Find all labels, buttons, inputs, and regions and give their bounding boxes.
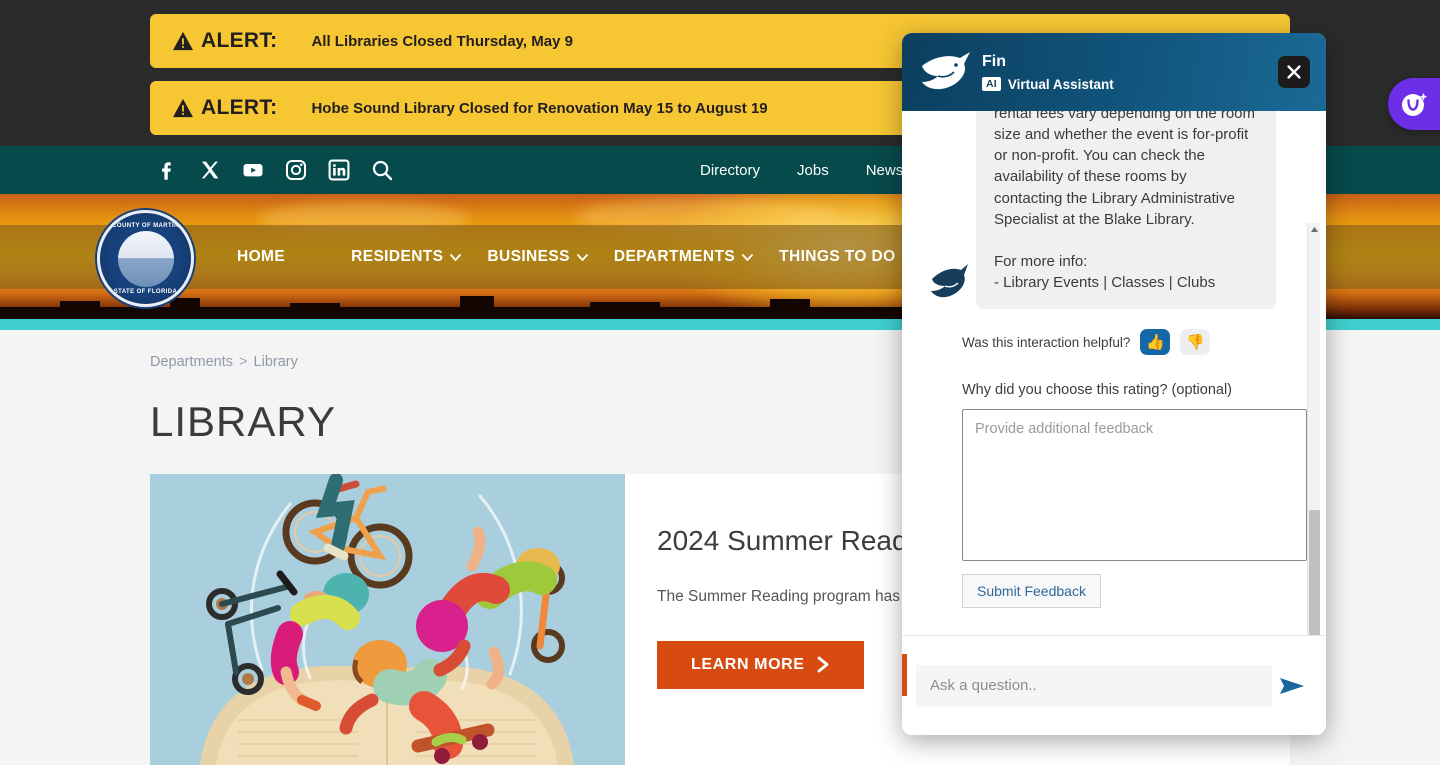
chevron-right-icon: [817, 656, 828, 673]
feedback-textarea[interactable]: [962, 409, 1307, 562]
page-title: LIBRARY: [150, 398, 336, 445]
learn-more-button[interactable]: LEARN MORE: [657, 640, 864, 689]
chat-message-bot: rental fees vary depending on the room s…: [928, 111, 1300, 310]
nav-item-label: DEPARTMENTS: [613, 248, 736, 265]
chat-composer: [902, 635, 1326, 735]
seal-text-top: COUNTY OF MARTIN: [112, 223, 179, 229]
accessibility-icon: [1402, 93, 1428, 116]
warning-triangle-icon: [173, 31, 193, 51]
breadcrumb-separator: >: [239, 354, 248, 370]
summer-reading-artwork: [150, 474, 625, 765]
alert-label: ALERT:: [201, 96, 278, 119]
composer-accent-tab: [902, 654, 907, 696]
ai-badge: AI: [982, 77, 1001, 92]
chevron-down-icon: [742, 253, 754, 261]
nav-item-departments[interactable]: DEPARTMENTS: [613, 248, 754, 266]
chevron-down-icon: [576, 253, 588, 261]
alert-message: Hobe Sound Library Closed for Renovation…: [311, 99, 768, 117]
chat-input-wrapper: [916, 664, 1272, 707]
chat-input[interactable]: [930, 677, 1258, 694]
chat-message-paragraph-2: For more info:: [994, 252, 1088, 270]
thumbs-down-icon: 👎: [1186, 334, 1205, 352]
utility-links: Directory Jobs News: [700, 146, 903, 194]
submit-feedback-button[interactable]: Submit Feedback: [962, 574, 1101, 609]
page-root: ALERT: All Libraries Closed Thursday, Ma…: [0, 0, 1440, 765]
breadcrumb-parent[interactable]: Departments: [150, 354, 233, 370]
feedback-rating-label: Why did you choose this rating? (optiona…: [962, 382, 1233, 399]
thumbs-up-button[interactable]: 👍: [1140, 329, 1171, 356]
utility-link-news[interactable]: News: [866, 162, 904, 179]
youtube-icon[interactable]: [241, 158, 265, 182]
promo-illustration: [150, 474, 625, 765]
send-paper-plane-icon: [1280, 677, 1304, 694]
utility-link-directory[interactable]: Directory: [700, 162, 760, 179]
chat-scrollbar[interactable]: [1307, 223, 1320, 635]
instagram-icon[interactable]: [284, 158, 308, 182]
facebook-icon[interactable]: [155, 158, 179, 182]
breadcrumb-current[interactable]: Library: [254, 354, 298, 370]
chat-message-bubble: rental fees vary depending on the room s…: [976, 111, 1276, 310]
nav-item-label: BUSINESS: [487, 248, 570, 265]
close-icon: [1287, 65, 1301, 79]
chat-header: Fin AI Virtual Assistant: [902, 33, 1326, 111]
feedback-rating-row: Was this interaction helpful? 👍 👎: [962, 329, 1300, 356]
utility-link-jobs[interactable]: Jobs: [797, 162, 829, 179]
thumbs-down-button[interactable]: 👎: [1180, 329, 1211, 356]
social-links: [155, 146, 394, 194]
accessibility-widget-button[interactable]: [1388, 78, 1440, 130]
close-chat-button[interactable]: [1278, 56, 1310, 88]
breadcrumb: Departments > Library: [150, 354, 298, 370]
seal-text-bottom: STATE OF FLORIDA: [113, 289, 178, 295]
search-icon[interactable]: [370, 158, 394, 182]
scroll-up-arrow-icon[interactable]: [1308, 223, 1321, 236]
chat-subtitle-row: AI Virtual Assistant: [982, 77, 1114, 92]
chat-conversation: rental fees vary depending on the room s…: [902, 111, 1326, 635]
thumbs-up-icon: 👍: [1146, 334, 1165, 352]
seal-emblem: [117, 230, 174, 287]
nav-item-things-to-do[interactable]: THINGS TO DO: [779, 248, 914, 266]
chat-message-paragraph-1: rental fees vary depending on the room s…: [994, 111, 1255, 228]
x-twitter-icon[interactable]: [198, 158, 222, 182]
feedback-question: Was this interaction helpful?: [962, 334, 1131, 350]
warning-triangle-icon: [173, 98, 193, 118]
scrollbar-thumb[interactable]: [1309, 510, 1320, 635]
learn-more-label: LEARN MORE: [691, 655, 805, 673]
nav-item-label: THINGS TO DO: [779, 248, 896, 265]
chat-assistant-role: Virtual Assistant: [1007, 76, 1114, 92]
nav-item-business[interactable]: BUSINESS: [487, 248, 588, 266]
nav-item-label: HOME: [237, 248, 286, 265]
linkedin-icon[interactable]: [327, 158, 351, 182]
county-seal-logo[interactable]: COUNTY OF MARTIN STATE OF FLORIDA: [97, 210, 194, 307]
alert-message: All Libraries Closed Thursday, May 9: [311, 32, 573, 50]
chat-message-paragraph-3: - Library Events | Classes | Clubs: [994, 273, 1216, 291]
marlin-fish-logo-icon: [922, 52, 970, 90]
nav-item-residents[interactable]: RESIDENTS: [351, 248, 462, 266]
nav-item-label: RESIDENTS: [351, 248, 444, 265]
nav-item-home[interactable]: HOME: [237, 248, 285, 266]
alert-label: ALERT:: [201, 29, 278, 52]
send-message-button[interactable]: [1272, 666, 1312, 706]
chevron-down-icon: [450, 253, 462, 261]
marlin-avatar-icon: [931, 264, 968, 298]
chat-assistant-name: Fin: [982, 53, 1006, 71]
chat-widget: Fin AI Virtual Assistant rental fees var…: [902, 33, 1326, 735]
chat-title-block: Fin AI Virtual Assistant: [982, 52, 1114, 92]
